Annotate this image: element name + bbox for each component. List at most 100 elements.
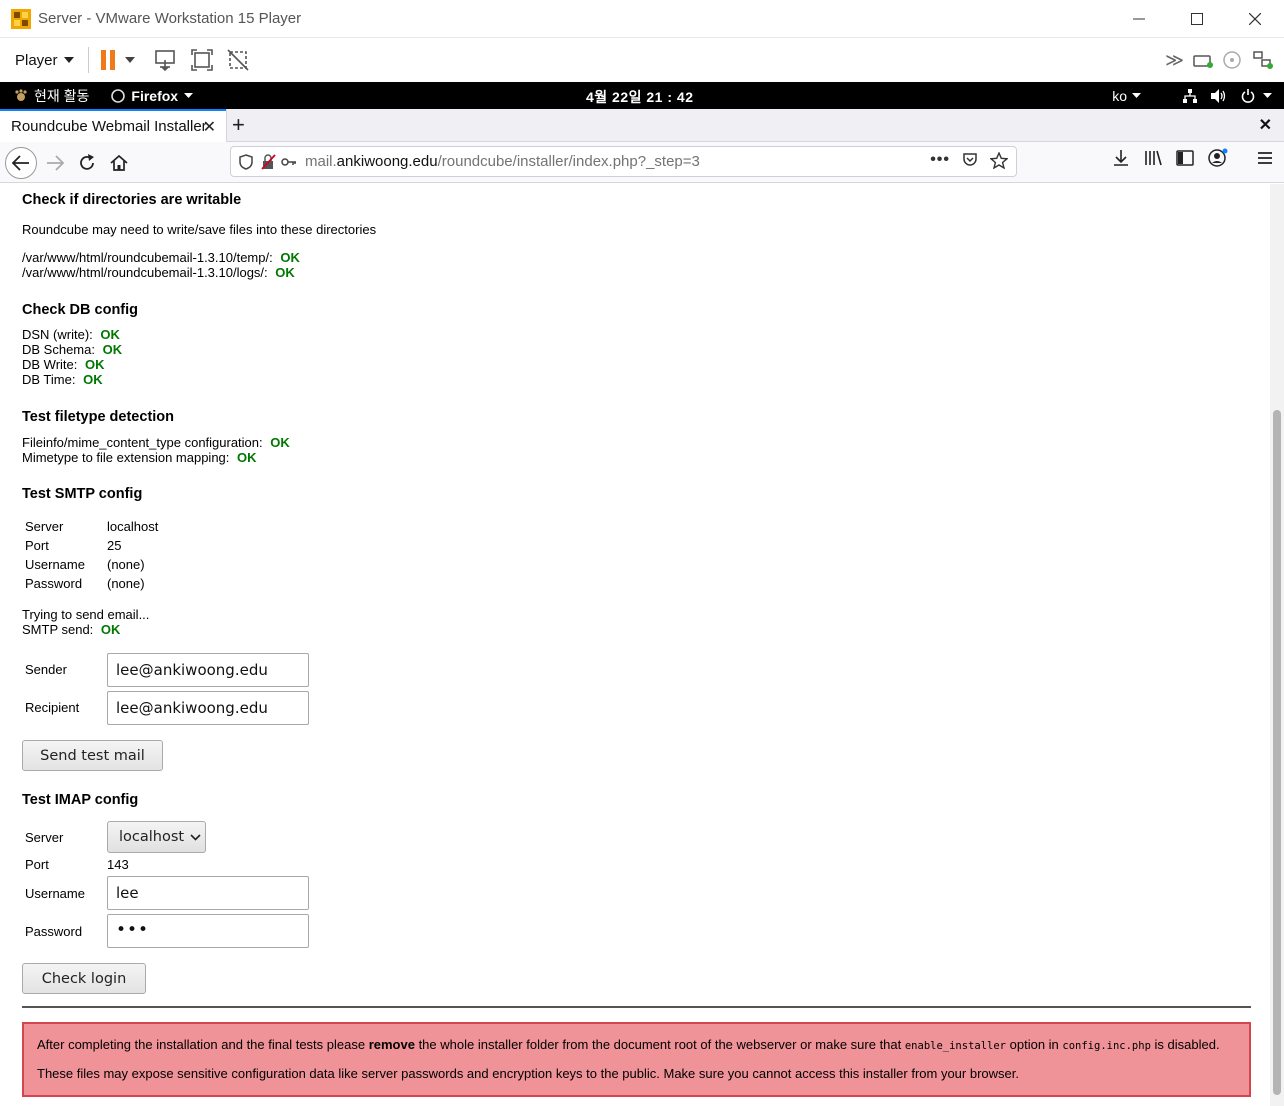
imap-password-input[interactable]: ••• xyxy=(107,914,309,948)
chevron-down-icon xyxy=(63,57,74,63)
window-title: Server - VMware Workstation 15 Player xyxy=(38,10,302,27)
imap-server-select[interactable]: localhost xyxy=(107,821,206,853)
insecure-lock-icon[interactable] xyxy=(261,153,277,170)
more-devices-icon[interactable]: ≫ xyxy=(1165,50,1184,71)
player-menu-label: Player xyxy=(15,51,58,69)
url-bar[interactable]: mail.ankiwoong.edu/roundcube/installer/i… xyxy=(230,146,1017,177)
close-window-icon[interactable]: ✕ xyxy=(1259,115,1272,135)
key-icon[interactable] xyxy=(281,156,297,168)
firefox-icon xyxy=(111,88,126,103)
db-check-label: DB Time: xyxy=(22,372,76,387)
warning-code-file: config.inc.php xyxy=(1062,1040,1151,1052)
send-ctrl-alt-del-icon[interactable] xyxy=(153,47,179,73)
network-icon[interactable] xyxy=(1183,88,1197,103)
hard-disk-icon[interactable] xyxy=(1192,50,1214,70)
smtp-trying-text: Trying to send email... xyxy=(22,607,150,622)
url-text[interactable]: mail.ankiwoong.edu/roundcube/installer/i… xyxy=(305,153,700,170)
warning-text: is disabled. xyxy=(1150,1037,1220,1052)
sender-label: Sender xyxy=(25,662,67,677)
page-actions-icon[interactable]: ••• xyxy=(930,151,950,169)
smtp-heading: Test SMTP config xyxy=(22,486,143,502)
smtp-username-value: (none) xyxy=(107,557,145,572)
check-login-button[interactable]: Check login xyxy=(22,963,146,994)
pocket-icon[interactable] xyxy=(962,152,978,168)
smtp-server-value: localhost xyxy=(107,519,159,534)
url-domain: ankiwoong.edu xyxy=(336,153,438,170)
tab-roundcube-installer[interactable]: Roundcube Webmail Installer ✕ xyxy=(0,109,226,142)
reload-button[interactable] xyxy=(71,147,103,179)
smtp-password-value: (none) xyxy=(107,576,145,591)
gnome-top-bar: 현재 활동 Firefox 4월 22일 21 : 42 ko xyxy=(0,82,1284,109)
close-button[interactable] xyxy=(1226,0,1284,38)
chevron-down-icon xyxy=(190,833,201,841)
status-ok: OK xyxy=(237,450,257,465)
smtp-config-table: Server localhost Port 25 Username (none)… xyxy=(22,519,322,599)
vmware-title-bar: Server - VMware Workstation 15 Player xyxy=(0,0,1284,38)
minimize-button[interactable] xyxy=(1110,0,1168,38)
bookmark-star-icon[interactable] xyxy=(990,151,1008,169)
fullscreen-icon[interactable] xyxy=(189,47,215,73)
warning-text: the whole installer folder from the docu… xyxy=(414,1037,905,1052)
tracking-shield-icon[interactable] xyxy=(239,153,253,170)
home-button[interactable] xyxy=(103,147,135,179)
imap-username-input[interactable]: lee xyxy=(107,876,309,910)
network-adapter-icon[interactable] xyxy=(1252,50,1274,70)
status-ok: OK xyxy=(85,357,105,372)
downloads-icon[interactable] xyxy=(1110,147,1132,169)
pause-icon[interactable] xyxy=(100,50,115,70)
dir-path: /var/www/html/roundcubemail-1.3.10/logs/… xyxy=(22,265,268,280)
volume-icon[interactable] xyxy=(1211,88,1227,103)
forward-button[interactable] xyxy=(39,147,71,179)
new-tab-icon[interactable]: + xyxy=(232,112,245,138)
dir-check-row: /var/www/html/roundcubemail-1.3.10/temp/… xyxy=(22,250,300,265)
chevron-down-icon xyxy=(184,93,194,98)
status-ok: OK xyxy=(83,372,103,387)
db-check-label: DB Schema: xyxy=(22,342,95,357)
power-menu[interactable] xyxy=(1241,88,1272,103)
unity-icon[interactable] xyxy=(225,47,251,73)
page-scrollbar[interactable] xyxy=(1270,184,1284,1106)
sender-input[interactable]: lee@ankiwoong.edu xyxy=(107,653,309,687)
imap-password-label: Password xyxy=(25,924,83,939)
smtp-send-row: SMTP send: OK xyxy=(22,622,120,637)
recipient-input[interactable]: lee@ankiwoong.edu xyxy=(107,691,309,725)
cd-drive-icon[interactable] xyxy=(1222,50,1244,70)
sidebar-icon[interactable] xyxy=(1174,147,1196,169)
imap-server-label: Server xyxy=(25,830,64,845)
dir-check-row: /var/www/html/roundcubemail-1.3.10/logs/… xyxy=(22,265,295,280)
warning-paragraph-1: After completing the installation and th… xyxy=(37,1037,1236,1052)
app-menu-firefox[interactable]: Firefox xyxy=(111,87,194,104)
firefox-nav-bar: mail.ankiwoong.edu/roundcube/installer/i… xyxy=(0,142,1284,183)
db-check-label: DSN (write): xyxy=(22,327,93,342)
url-path: /roundcube/installer/index.php?_step=3 xyxy=(437,153,700,170)
filetype-check-label: Mimetype to file extension mapping: xyxy=(22,450,230,465)
warning-text: option in xyxy=(1006,1037,1063,1052)
status-ok: OK xyxy=(270,435,290,450)
maximize-button[interactable] xyxy=(1168,0,1226,38)
imap-port-value: 143 xyxy=(107,857,129,872)
pause-dropdown-icon[interactable] xyxy=(124,57,135,63)
back-button[interactable] xyxy=(5,147,37,179)
player-menu[interactable]: Player xyxy=(15,52,74,69)
account-icon[interactable] xyxy=(1206,147,1230,169)
firefox-tab-strip: Roundcube Webmail Installer ✕ + ✕ xyxy=(0,109,1284,142)
app-menu-label: Firefox xyxy=(131,87,179,104)
library-icon[interactable] xyxy=(1142,147,1164,169)
tab-close-icon[interactable]: ✕ xyxy=(203,117,216,137)
imap-server-selected: localhost xyxy=(119,829,185,845)
clock[interactable]: 4월 22일 21 : 42 xyxy=(586,87,693,107)
smtp-port-label: Port xyxy=(25,538,49,553)
warning-code-option: enable_installer xyxy=(904,1040,1007,1052)
dir-path: /var/www/html/roundcubemail-1.3.10/temp/… xyxy=(22,250,273,265)
smtp-password-label: Password xyxy=(25,576,83,591)
send-test-mail-button[interactable]: Send test mail xyxy=(22,740,163,771)
filetype-heading: Test filetype detection xyxy=(22,409,175,425)
hamburger-menu-icon[interactable] xyxy=(1254,147,1276,169)
activities-label: 현재 활동 xyxy=(34,87,90,104)
status-ok: OK xyxy=(275,265,295,280)
reload-icon xyxy=(80,154,94,170)
input-language-menu[interactable]: ko xyxy=(1112,88,1141,104)
scrollbar-thumb[interactable] xyxy=(1273,410,1281,1095)
back-arrow-icon xyxy=(12,155,29,171)
activities-button[interactable]: 현재 활동 xyxy=(14,86,89,106)
